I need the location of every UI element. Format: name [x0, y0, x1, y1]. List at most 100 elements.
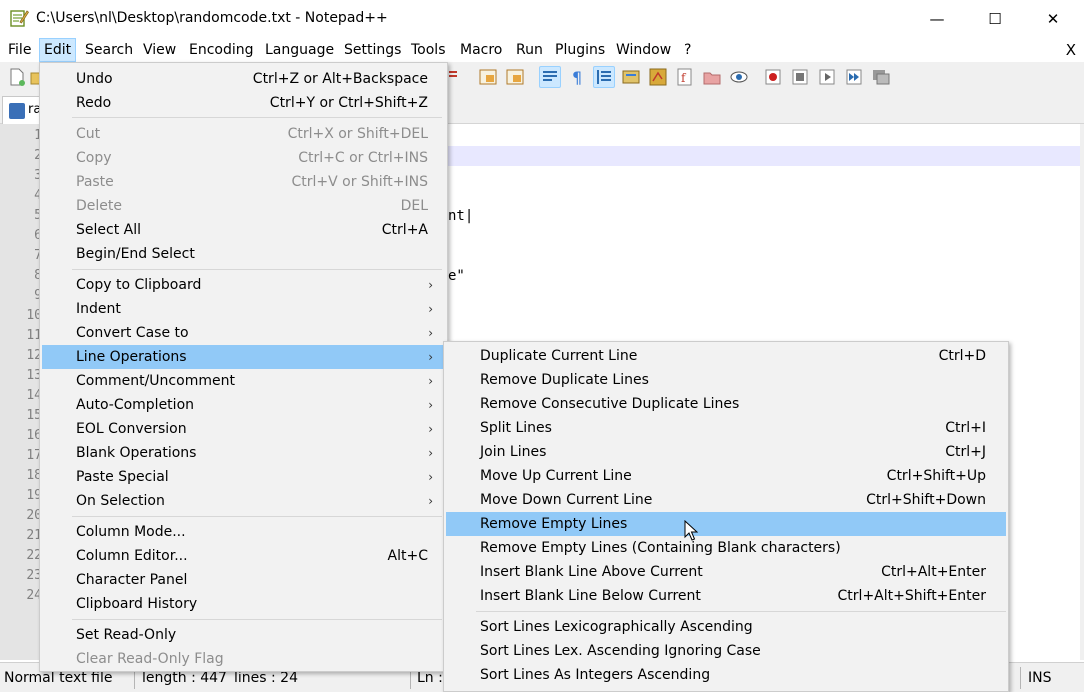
menu-item-clear-read-only[interactable]: Clear Read-Only Flag [42, 647, 445, 671]
menu-item-shortcut: Ctrl+Alt+Shift+Enter [837, 588, 986, 604]
svg-text:¶: ¶ [572, 68, 582, 87]
doc-map-icon[interactable] [647, 66, 669, 88]
menu-item-remove-consecutive-duplicates[interactable]: Remove Consecutive Duplicate Lines [446, 392, 1006, 416]
menu-macro[interactable]: Macro [456, 38, 506, 62]
menu-item-shortcut: Ctrl+Shift+Up [886, 468, 986, 484]
menu-item-select-all[interactable]: Select All Ctrl+A [42, 218, 445, 242]
menu-separator [476, 611, 1006, 612]
run-macro-multiple-icon[interactable] [843, 66, 865, 88]
menu-item-label: Move Up Current Line [480, 468, 632, 484]
menu-item-label: Undo [76, 71, 113, 87]
menu-item-comment-uncomment[interactable]: Comment/Uncomment › [42, 369, 445, 393]
record-macro-icon[interactable] [762, 66, 784, 88]
menu-run[interactable]: Run [512, 38, 547, 62]
language-icon[interactable] [620, 66, 642, 88]
save-status-icon [9, 103, 25, 119]
chevron-right-icon: › [428, 470, 433, 484]
save-macro-icon[interactable] [870, 66, 892, 88]
vertical-scrollbar[interactable] [1080, 124, 1084, 660]
menu-plugins[interactable]: Plugins [551, 38, 609, 62]
menu-item-undo[interactable]: Undo Ctrl+Z or Alt+Backspace [42, 67, 445, 91]
menu-item-label: Copy to Clipboard [76, 277, 202, 293]
menu-item-indent[interactable]: Indent › [42, 297, 445, 321]
menu-item-remove-empty-lines-blank[interactable]: Remove Empty Lines (Containing Blank cha… [446, 536, 1006, 560]
menu-search[interactable]: Search [81, 38, 137, 62]
menu-item-on-selection[interactable]: On Selection › [42, 489, 445, 513]
menu-item-delete[interactable]: Delete DEL [42, 194, 445, 218]
line-number: 12 [26, 348, 42, 363]
menu-item-begin-end-select[interactable]: Begin/End Select [42, 242, 445, 266]
menu-item-shortcut: Ctrl+X or Shift+DEL [287, 126, 428, 142]
menu-item-column-mode[interactable]: Column Mode... [42, 520, 445, 544]
menu-view[interactable]: View [139, 38, 180, 62]
close-button[interactable]: ✕ [1024, 0, 1082, 38]
zoom-out-icon[interactable] [504, 66, 526, 88]
menu-item-clipboard-history[interactable]: Clipboard History [42, 592, 445, 616]
menu-item-label: Sort Lines Lex. Ascending Ignoring Case [480, 643, 761, 659]
menu-language[interactable]: Language [261, 38, 338, 62]
indent-guide-icon[interactable] [593, 66, 615, 88]
menu-item-insert-blank-below[interactable]: Insert Blank Line Below Current Ctrl+Alt+… [446, 584, 1006, 608]
menu-separator [72, 516, 442, 517]
menu-item-shortcut: Ctrl+Y or Ctrl+Shift+Z [269, 95, 428, 111]
function-list-icon[interactable]: f [674, 66, 696, 88]
menu-settings[interactable]: Settings [340, 38, 405, 62]
menu-item-cut[interactable]: Cut Ctrl+X or Shift+DEL [42, 122, 445, 146]
menu-item-paste-special[interactable]: Paste Special › [42, 465, 445, 489]
menu-item-label: Remove Consecutive Duplicate Lines [480, 396, 740, 412]
menu-item-move-down-line[interactable]: Move Down Current Line Ctrl+Shift+Down [446, 488, 1006, 512]
menu-item-sort-lex-ascending[interactable]: Sort Lines Lexicographically Ascending [446, 615, 1006, 639]
code-text: nt| [448, 208, 474, 224]
menu-item-label: Insert Blank Line Above Current [480, 564, 703, 580]
menu-item-insert-blank-above[interactable]: Insert Blank Line Above Current Ctrl+Alt+… [446, 560, 1006, 584]
menu-item-duplicate-current-line[interactable]: Duplicate Current Line Ctrl+D [446, 344, 1006, 368]
menu-item-move-up-line[interactable]: Move Up Current Line Ctrl+Shift+Up [446, 464, 1006, 488]
folder-workspace-icon[interactable] [701, 66, 723, 88]
chevron-right-icon: › [428, 278, 433, 292]
menu-item-label: Auto-Completion [76, 397, 195, 413]
stop-macro-icon[interactable] [789, 66, 811, 88]
mouse-pointer-icon [684, 520, 698, 541]
menu-item-redo[interactable]: Redo Ctrl+Y or Ctrl+Shift+Z [42, 91, 445, 115]
window-title: C:\Users\nl\Desktop\randomcode.txt - Not… [36, 10, 388, 26]
zoom-in-icon[interactable] [477, 66, 499, 88]
chevron-right-icon: › [428, 446, 433, 460]
menu-item-remove-empty-lines[interactable]: Remove Empty Lines [446, 512, 1006, 536]
menu-item-blank-operations[interactable]: Blank Operations › [42, 441, 445, 465]
show-all-characters-icon[interactable]: ¶ [566, 66, 588, 88]
menu-edit[interactable]: Edit [39, 38, 77, 62]
new-file-icon[interactable] [6, 66, 28, 88]
line-number: 13 [26, 368, 42, 383]
document-tab[interactable]: ra [2, 96, 42, 124]
menu-item-copy[interactable]: Copy Ctrl+C or Ctrl+INS [42, 146, 445, 170]
menu-tools[interactable]: Tools [407, 38, 450, 62]
menu-item-sort-lex-ignoring-case[interactable]: Sort Lines Lex. Ascending Ignoring Case [446, 639, 1006, 663]
menu-item-auto-completion[interactable]: Auto-Completion › [42, 393, 445, 417]
menu-item-split-lines[interactable]: Split Lines Ctrl+I [446, 416, 1006, 440]
menu-item-set-read-only[interactable]: Set Read-Only [42, 623, 445, 647]
menu-item-join-lines[interactable]: Join Lines Ctrl+J [446, 440, 1006, 464]
menu-item-convert-case[interactable]: Convert Case to › [42, 321, 445, 345]
close-document-icon[interactable]: X [1066, 38, 1076, 62]
menu-item-sort-integers-ascending[interactable]: Sort Lines As Integers Ascending [446, 663, 1006, 687]
minimize-button[interactable]: — [908, 0, 966, 38]
menu-item-line-operations[interactable]: Line Operations › [42, 345, 445, 369]
menu-item-character-panel[interactable]: Character Panel [42, 568, 445, 592]
monitoring-eye-icon[interactable] [728, 66, 750, 88]
line-number: 5 [0, 206, 42, 226]
menu-file[interactable]: File [4, 38, 35, 62]
menu-window[interactable]: Window [612, 38, 675, 62]
menu-item-paste[interactable]: Paste Ctrl+V or Shift+INS [42, 170, 445, 194]
maximize-button[interactable]: ☐ [966, 0, 1024, 38]
menu-encoding[interactable]: Encoding [185, 38, 258, 62]
menu-item-column-editor[interactable]: Column Editor... Alt+C [42, 544, 445, 568]
line-number: 1 [0, 126, 42, 146]
replace-icon[interactable] [446, 66, 468, 88]
menu-item-remove-duplicate-lines[interactable]: Remove Duplicate Lines [446, 368, 1006, 392]
menu-item-copy-to-clipboard[interactable]: Copy to Clipboard › [42, 273, 445, 297]
menu-item-eol-conversion[interactable]: EOL Conversion › [42, 417, 445, 441]
play-macro-icon[interactable] [816, 66, 838, 88]
menu-item-label: Insert Blank Line Below Current [480, 588, 701, 604]
word-wrap-icon[interactable] [539, 66, 561, 88]
menu-help[interactable]: ? [680, 38, 695, 62]
